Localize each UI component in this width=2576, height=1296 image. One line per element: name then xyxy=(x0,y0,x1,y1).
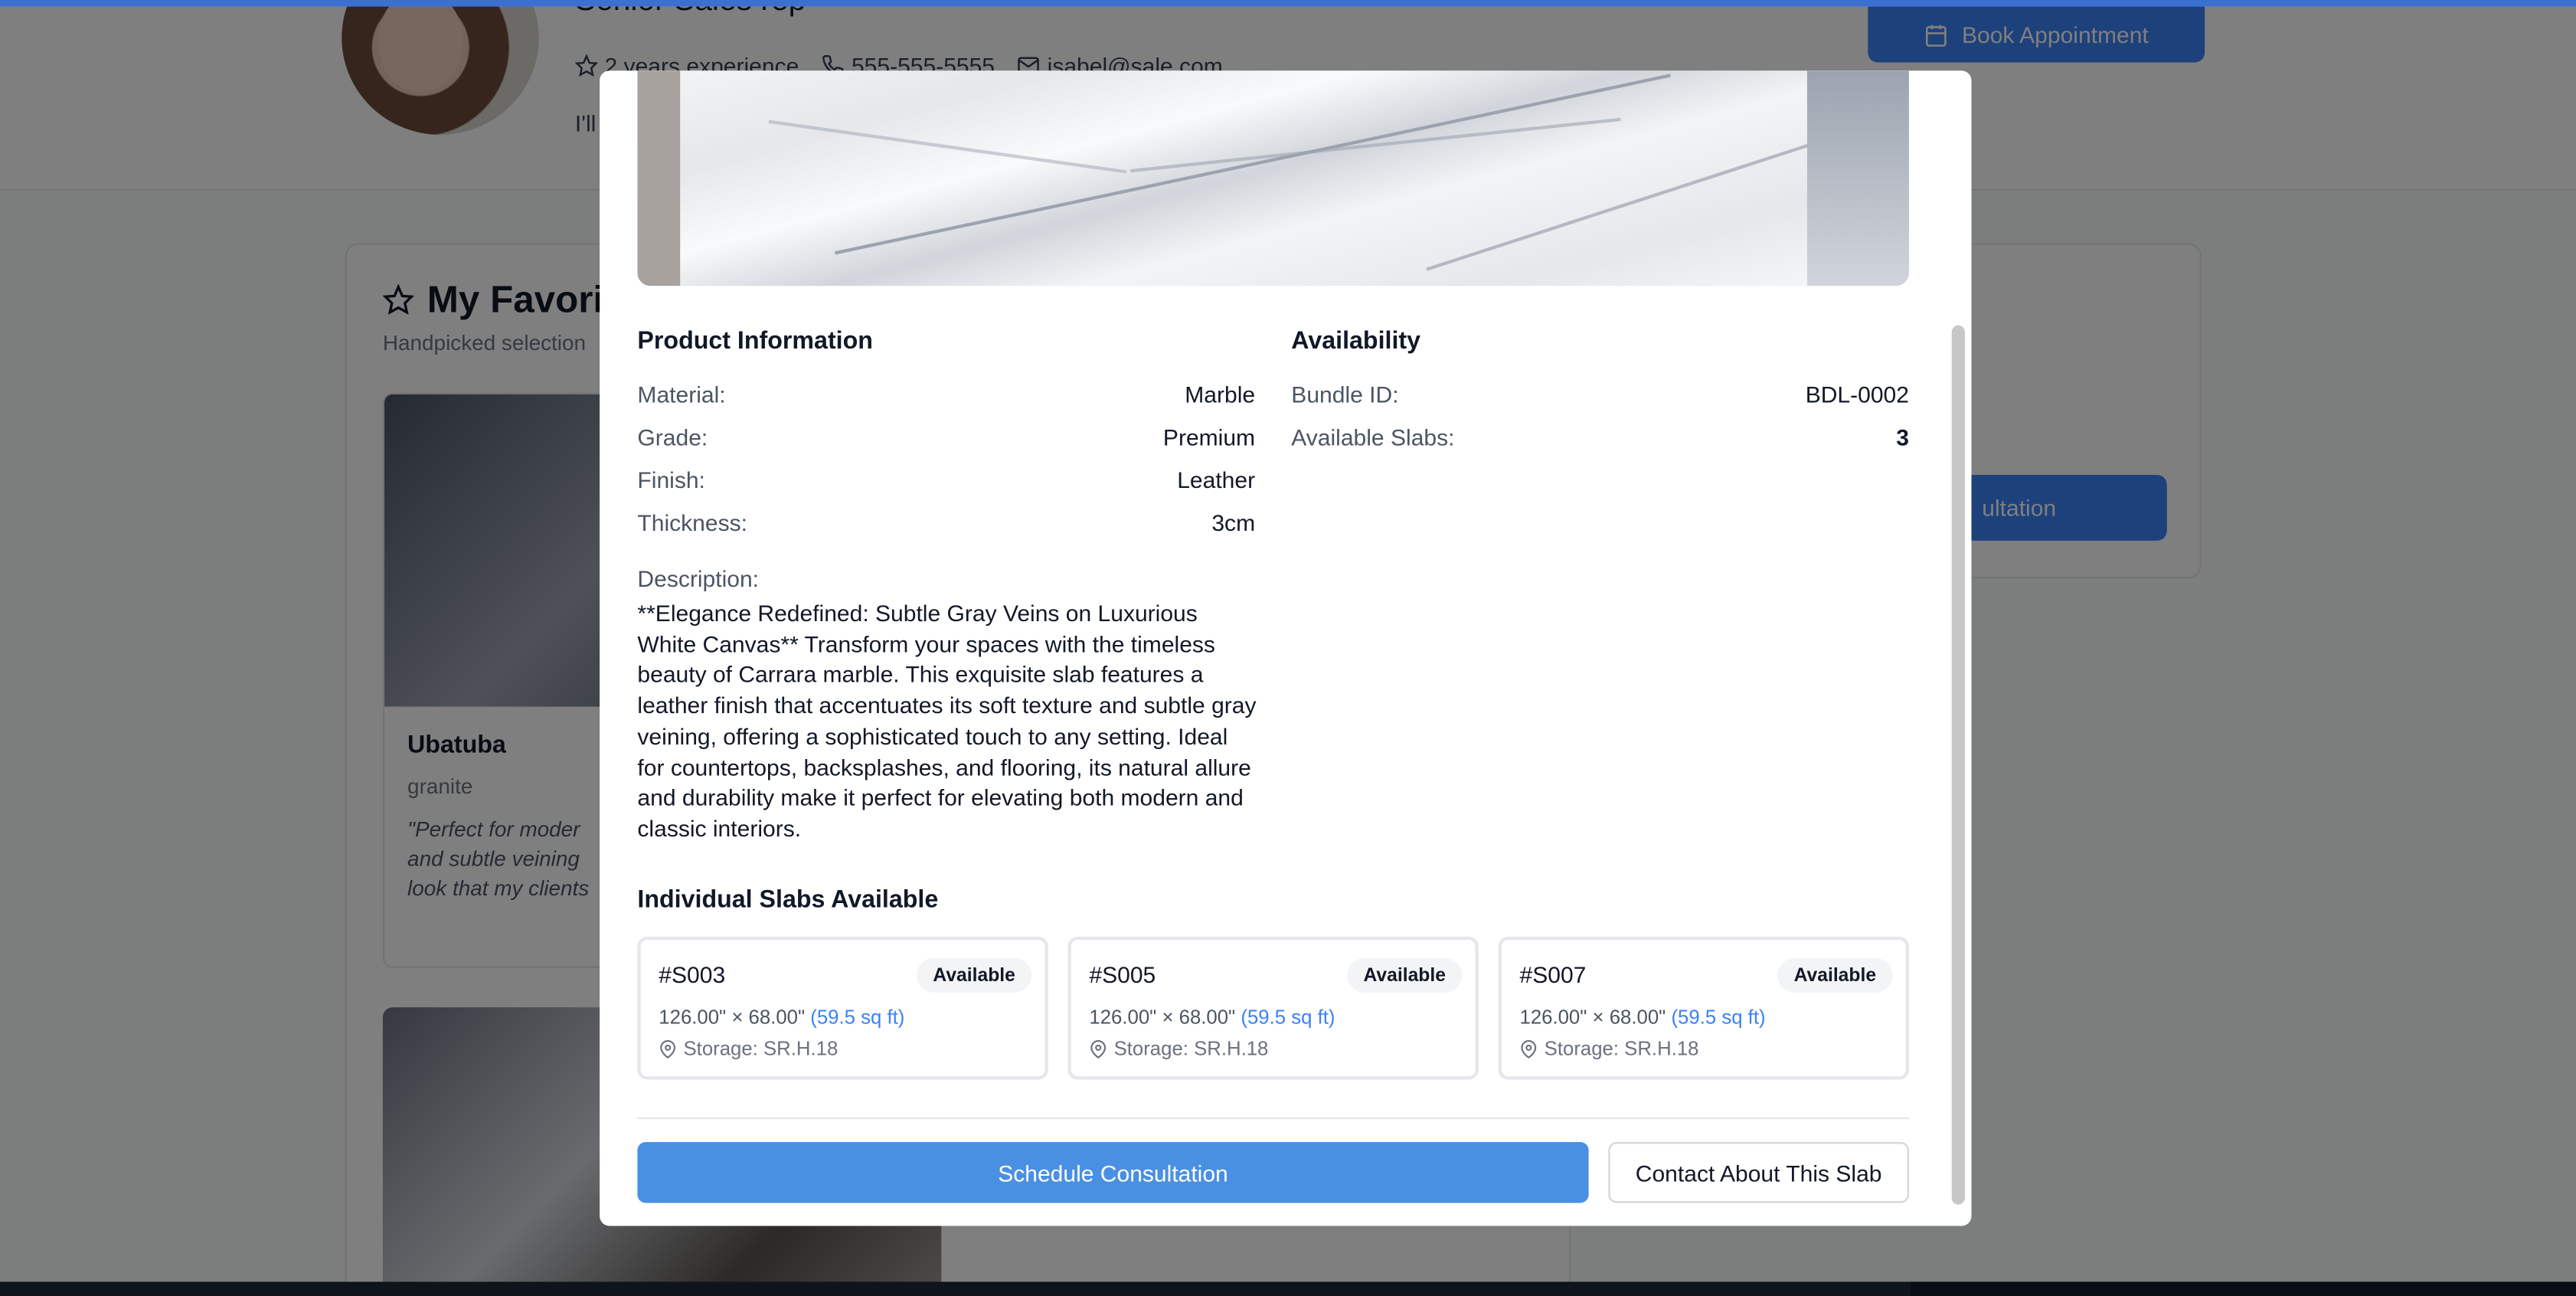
slab-storage: Storage: SR.H.18 xyxy=(659,1037,838,1060)
map-pin-icon xyxy=(1521,1039,1537,1058)
product-info-value: Marble xyxy=(1185,381,1256,408)
availability-value: BDL-0002 xyxy=(1805,381,1909,408)
slab-storage: Storage: SR.H.18 xyxy=(1089,1037,1268,1060)
product-info-row: Grade: Premium xyxy=(637,424,1255,450)
slab-sqft: (59.5 sq ft) xyxy=(810,1005,905,1029)
product-info-value: 3cm xyxy=(1211,509,1256,536)
product-info-value: Leather xyxy=(1177,466,1256,493)
slab-dims-text: 126.00" × 68.00" xyxy=(1089,1005,1236,1029)
browser-top-accent xyxy=(0,0,2576,7)
slab-storage-text: Storage: SR.H.18 xyxy=(1544,1036,1699,1060)
description-text: **Elegance Redefined: Subtle Gray Veins … xyxy=(637,600,1257,842)
map-pin-icon xyxy=(660,1039,676,1058)
map-pin-icon xyxy=(1090,1039,1107,1058)
product-info-row: Material: Marble xyxy=(637,381,1255,407)
product-info-row: Finish: Leather xyxy=(637,466,1255,493)
slab-storage-text: Storage: SR.H.18 xyxy=(1113,1036,1269,1060)
product-info-label: Material: xyxy=(637,381,726,408)
app-stage: Senior Sales rep 2 years experience 555-… xyxy=(0,0,2576,1296)
slab-detail-modal: Product Information Material: Marble Gra… xyxy=(600,70,1972,1226)
product-info-title: Product Information xyxy=(637,326,873,355)
slab-dimensions: 126.00" × 68.00" (59.5 sq ft) xyxy=(1089,1006,1335,1029)
slab-id: #S005 xyxy=(1089,961,1156,988)
availability-value: 3 xyxy=(1896,424,1909,450)
status-badge: Available xyxy=(1777,957,1893,993)
modal-scrollbar-thumb[interactable] xyxy=(1951,325,1965,1205)
actions-divider xyxy=(637,1117,1909,1120)
status-badge: Available xyxy=(916,957,1032,993)
slabs-title: Individual Slabs Available xyxy=(637,885,939,914)
slab-storage-text: Storage: SR.H.18 xyxy=(683,1036,839,1060)
slab-dims-text: 126.00" × 68.00" xyxy=(659,1005,806,1029)
status-badge: Available xyxy=(1347,957,1463,993)
slab-card[interactable]: #S005 Available 126.00" × 68.00" (59.5 s… xyxy=(1067,936,1479,1080)
availability-row: Bundle ID: BDL-0002 xyxy=(1291,381,1909,407)
availability-label: Available Slabs: xyxy=(1291,424,1455,450)
slab-dimensions: 126.00" × 68.00" (59.5 sq ft) xyxy=(659,1006,904,1029)
slab-dims-text: 126.00" × 68.00" xyxy=(1519,1005,1666,1029)
slab-card[interactable]: #S003 Available 126.00" × 68.00" (59.5 s… xyxy=(637,936,1048,1080)
contact-about-slab-button[interactable]: Contact About This Slab xyxy=(1608,1142,1909,1203)
availability-row: Available Slabs: 3 xyxy=(1291,424,1909,450)
slab-id: #S007 xyxy=(1519,961,1587,988)
slab-dimensions: 126.00" × 68.00" (59.5 sq ft) xyxy=(1520,1006,1766,1029)
description-label: Description: xyxy=(637,565,760,592)
slab-card[interactable]: #S007 Available 126.00" × 68.00" (59.5 s… xyxy=(1498,936,1909,1080)
slab-storage: Storage: SR.H.18 xyxy=(1520,1036,1699,1060)
slab-image xyxy=(637,70,1909,286)
product-info-label: Finish: xyxy=(637,466,705,493)
availability-title: Availability xyxy=(1291,326,1421,355)
availability-label: Bundle ID: xyxy=(1291,381,1399,408)
slab-sqft: (59.5 sq ft) xyxy=(1241,1005,1335,1029)
product-info-label: Thickness: xyxy=(637,509,747,536)
product-info-value: Premium xyxy=(1162,424,1256,450)
slab-id: #S003 xyxy=(659,961,726,988)
schedule-consultation-button[interactable]: Schedule Consultation xyxy=(637,1142,1589,1203)
product-info-label: Grade: xyxy=(637,424,708,450)
slab-sqft: (59.5 sq ft) xyxy=(1671,1005,1766,1029)
product-info-row: Thickness: 3cm xyxy=(637,509,1255,535)
